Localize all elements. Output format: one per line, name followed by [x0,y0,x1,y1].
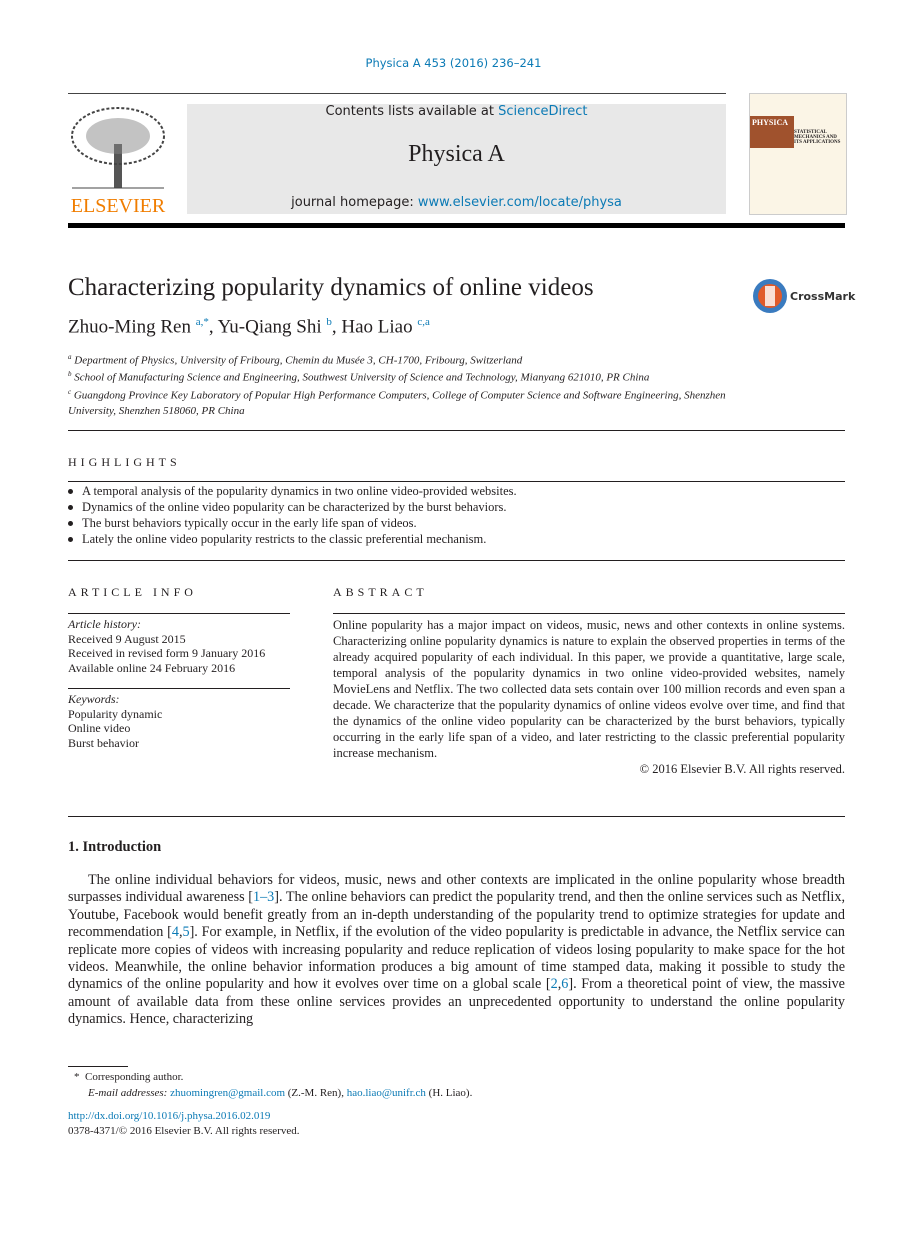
cover-title: PHYSICA [750,116,794,148]
journal-citation[interactable]: Physica A 453 (2016) 236–241 [0,56,907,70]
intro-paragraph: The online individual behaviors for vide… [68,872,845,1029]
crossmark-icon [753,279,787,313]
highlights-heading: HIGHLIGHTS [68,455,181,469]
divider [68,613,290,614]
highlight-item: A temporal analysis of the popularity dy… [68,483,517,499]
author: Yu-Qiang Shi [217,316,322,338]
email-link[interactable]: zhuomingren@gmail.com [170,1087,285,1099]
author: Hao Liao [341,316,413,338]
keyword: Burst behavior [68,735,139,750]
highlight-item: Lately the online video popularity restr… [68,531,517,547]
affiliation: a Department of Physics, University of F… [68,353,523,367]
affiliation: b School of Manufacturing Science and En… [68,370,650,384]
abstract-copyright: © 2016 Elsevier B.V. All rights reserved… [639,762,845,776]
author-affiliation-link[interactable]: b [326,316,332,328]
corresponding-footnote: * Corresponding author. [74,1071,184,1083]
crossmark-button[interactable]: CrossMark [752,278,855,314]
section-heading: 1. Introduction [68,839,162,855]
homepage-line: journal homepage: www.elsevier.com/locat… [187,195,726,210]
author-affiliation-link[interactable]: a,* [196,316,209,328]
divider [68,481,845,482]
publisher-name: ELSEVIER [70,195,166,217]
history-item: Received in revised form 9 January 2016 [68,646,266,660]
abstract-text: Online popularity has a major impact on … [333,618,845,760]
doi-link[interactable]: http://dx.doi.org/10.1016/j.physa.2016.0… [68,1110,270,1122]
cover-subtitle: STATISTICAL MECHANICS AND ITS APPLICATIO… [794,130,841,145]
author-affiliation-link[interactable]: c,a [417,316,430,328]
author-list: Zhuo-Ming Ren a,*, Yu-Qiang Shi b, Hao L… [68,316,430,338]
elsevier-logo: ELSEVIER [68,104,168,217]
divider [68,816,845,817]
history-label: Article history: [68,617,141,631]
homepage-link[interactable]: www.elsevier.com/locate/physa [418,195,622,210]
divider [68,560,845,561]
contents-prefix: Contents lists available at [325,104,499,119]
email-link[interactable]: hao.liao@unifr.ch [347,1087,426,1099]
affiliation: c Guangdong Province Key Laboratory of P… [68,388,726,417]
tree-icon [71,107,165,189]
homepage-prefix: journal homepage: [291,195,418,210]
history-item: Available online 24 February 2016 [68,660,236,675]
footnote-rule [68,1066,128,1067]
highlights-list: A temporal analysis of the popularity dy… [68,483,517,547]
article-info-heading: ARTICLE INFO [68,585,197,599]
highlight-item: Dynamics of the online video popularity … [68,499,517,515]
divider [68,430,845,431]
divider [68,688,290,689]
history-item: Received 9 August 2015 [68,631,186,646]
journal-title: Physica A [408,141,505,167]
keywords: Keywords: Popularity dynamic Online vide… [68,692,162,750]
article-history: Article history: Received 9 August 2015 … [68,617,265,675]
journal-banner: Contents lists available at ScienceDirec… [187,104,726,214]
abstract-heading: ABSTRACT [333,585,428,599]
keyword: Popularity dynamic [68,706,163,721]
highlight-item: The burst behaviors typically occur in t… [68,515,517,531]
divider [68,93,726,94]
journal-cover: PHYSICA STATISTICAL MECHANICS AND ITS AP… [749,93,847,215]
email-footnote: E-mail addresses: zhuomingren@gmail.com … [88,1087,473,1099]
article-title: Characterizing popularity dynamics of on… [68,274,594,301]
keywords-label: Keywords: [68,692,120,706]
citation-link[interactable]: 4 [172,924,179,940]
citation-link[interactable]: 5 [182,924,189,940]
header-rule [68,223,845,228]
divider [333,613,845,614]
issn-copyright: 0378-4371/© 2016 Elsevier B.V. All right… [68,1125,300,1137]
contents-line: Contents lists available at ScienceDirec… [187,104,726,119]
author: Zhuo-Ming Ren [68,316,191,338]
sciencedirect-link[interactable]: ScienceDirect [498,104,587,119]
keyword: Online video [68,721,131,735]
crossmark-label: CrossMark [790,289,856,303]
citation-link[interactable]: 1–3 [253,889,274,905]
paper-page: Physica A 453 (2016) 236–241 ELSEVIER Co… [0,0,907,1238]
abstract: Online popularity has a major impact on … [333,617,845,777]
citation-link[interactable]: 2 [551,976,558,992]
